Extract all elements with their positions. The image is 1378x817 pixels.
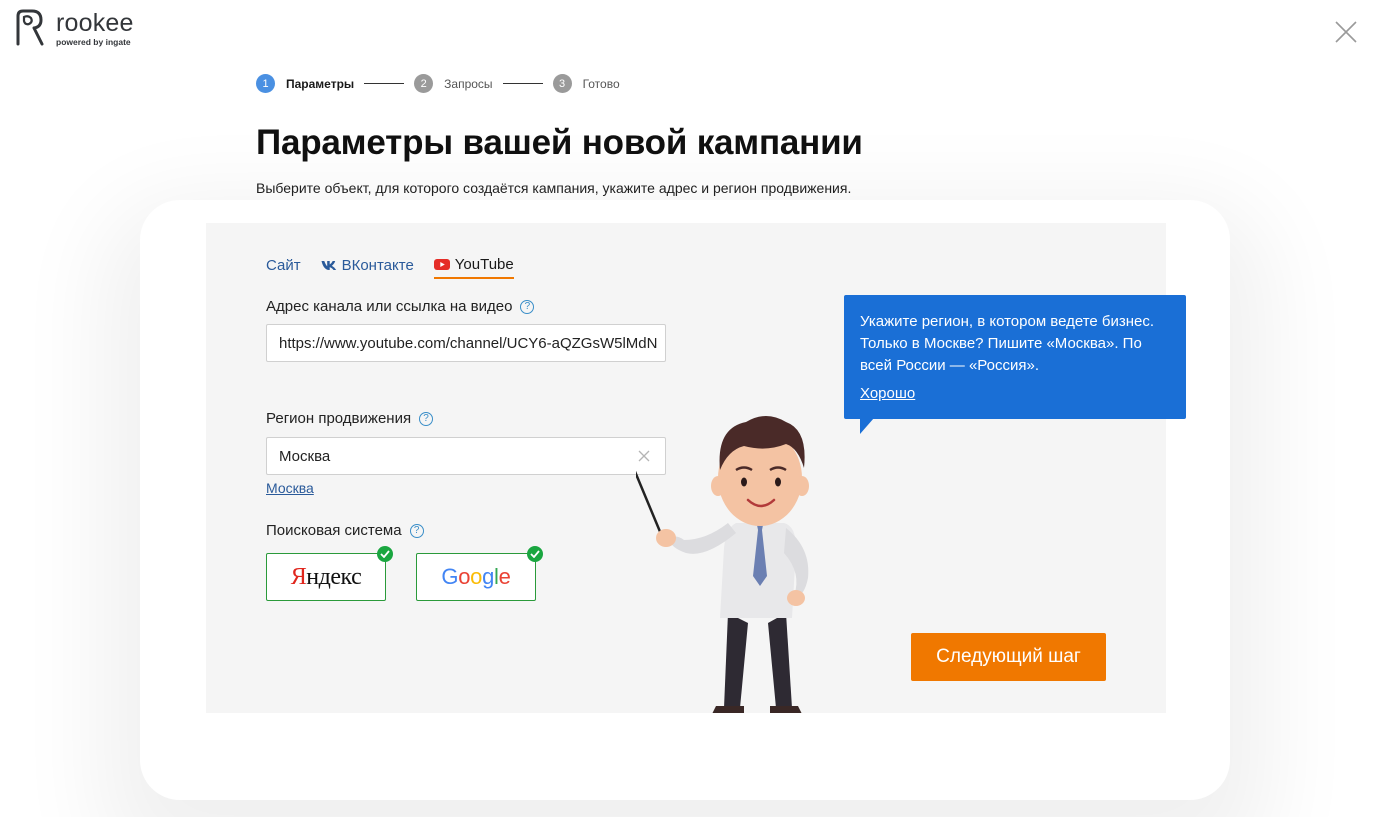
region-hint-tooltip: Укажите регион, в котором ведете бизнес.… [844,295,1186,419]
tab-label: Сайт [266,257,301,274]
brand-tagline: powered by ingate [56,36,131,47]
step-divider [502,83,543,84]
yandex-logo: Яндекс [290,563,362,590]
vk-icon [321,261,336,270]
tab-youtube[interactable]: YouTube [433,256,514,279]
step-queries: 2 Запросы [414,74,493,93]
rookee-logo-icon [16,9,44,46]
google-logo: Google [441,564,511,589]
step-label: Готово [582,76,620,91]
engine-google-button[interactable]: Google [416,546,543,601]
step-divider [364,83,405,84]
page-subtitle: Выберите объект, для которого создаётся … [256,180,852,196]
channel-field-label: Адрес канала или ссылка на видео ? [266,298,535,315]
next-step-button[interactable]: Следующий шаг [911,633,1106,681]
close-icon[interactable] [1334,20,1358,44]
object-tabs: Сайт ВКонтакте YouTube [266,256,534,279]
region-label-text: Регион продвижения [266,410,412,427]
tooltip-text: Укажите регион, в котором ведете бизнес.… [860,313,1155,374]
check-icon [377,546,393,562]
youtube-icon [433,259,450,270]
brand-name: rookee [56,8,134,37]
page-title: Параметры вашей новой кампании [256,123,863,162]
help-icon[interactable]: ? [520,299,535,314]
step-number: 1 [256,74,275,93]
step-label: Параметры [286,76,355,91]
region-suggestion-link[interactable]: Москва [266,480,314,496]
help-icon[interactable]: ? [419,411,434,426]
step-label: Запросы [444,76,493,91]
region-field-label: Регион продвижения ? [266,410,434,427]
channel-url-input[interactable]: https://www.youtube.com/channel/UCY6-aQZ… [266,324,666,362]
presenter-illustration [636,416,809,713]
help-icon[interactable]: ? [409,523,424,538]
region-input[interactable]: Москва [266,437,666,475]
engine-label-text: Поисковая система [266,522,402,539]
channel-url-value: https://www.youtube.com/channel/UCY6-aQZ… [279,334,658,352]
tab-site[interactable]: Сайт [266,256,301,279]
tooltip-ok-link[interactable]: Хорошо [860,383,915,405]
step-number: 2 [414,74,434,93]
tab-label: ВКонтакте [341,257,414,274]
tab-label: YouTube [454,256,514,273]
tab-vkontakte[interactable]: ВКонтакте [321,256,414,279]
stepper: 1 Параметры 2 Запросы 3 Готово [256,74,620,93]
engine-field-label: Поисковая система ? [266,522,424,539]
region-value: Москва [279,447,331,465]
tooltip-tail [860,418,874,434]
step-done: 3 Готово [552,74,620,93]
engine-yandex-button[interactable]: Яндекс [266,546,393,601]
channel-label-text: Адрес канала или ссылка на видео [266,298,513,315]
check-icon [527,546,543,562]
step-number: 3 [552,74,572,93]
step-parameters: 1 Параметры [256,74,354,93]
rookee-logo[interactable]: rookee powered by ingate [14,8,134,48]
